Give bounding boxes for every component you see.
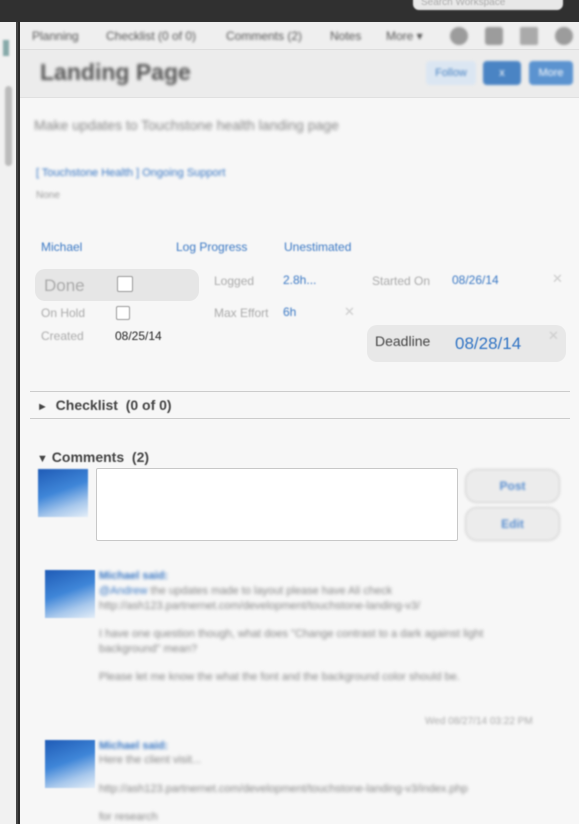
collapse-arrow-icon: ▼ [37,453,48,465]
comment-link[interactable]: http://ash123.partnernet.com/development… [99,600,420,612]
checklist-count: (0 of 0) [125,397,172,413]
divider [30,418,570,419]
checklist-title: Checklist [55,397,118,413]
max-effort-label: Max Effort [214,306,269,320]
task-description[interactable]: Make updates to Touchstone health landin… [34,117,339,133]
edit-button[interactable]: Edit [465,507,560,541]
comment-text: background" mean? [99,643,198,655]
created-value: 08/25/14 [115,329,162,343]
tab-more[interactable]: More ▾ [386,29,423,43]
sidebar-scrollbar[interactable] [5,86,12,166]
avatar [45,570,95,618]
clear-started-icon[interactable]: ✕ [552,271,563,287]
done-label: Done [44,276,85,295]
print-icon[interactable] [485,27,503,45]
left-sidebar [0,22,18,824]
comment-link[interactable]: http://ash123.partnernet.com/development… [99,783,468,795]
settings-icon[interactable] [555,27,573,45]
on-hold-label: On Hold [41,306,86,320]
done-toggle[interactable]: Done [35,269,199,301]
comment-text: @Andrew the updates made to layout pleas… [99,585,392,597]
deadline-label: Deadline [375,333,431,349]
sidebar-marker [3,40,9,56]
logged-value[interactable]: 2.8h... [283,273,316,287]
task-header: Landing Page Follow x More [20,50,579,98]
assignee-link[interactable]: Michael [41,240,82,254]
on-hold-checkbox[interactable] [116,306,130,320]
comments-title: Comments [51,449,125,465]
created-label: Created [41,329,84,343]
clear-deadline-icon[interactable]: ✕ [548,328,559,344]
project-link[interactable]: [ Touchstone Health ] Ongoing Support [36,167,225,179]
avatar [38,469,88,517]
comment-author[interactable]: Michael said: [99,740,168,752]
checklist-section-toggle[interactable]: ► Checklist (0 of 0) [37,397,172,413]
tab-comments[interactable]: Comments (2) [226,29,302,43]
avatar [45,740,95,788]
deadline-value[interactable]: 08/28/14 [455,334,521,354]
log-progress-link[interactable]: Log Progress [176,240,247,254]
estimate-link[interactable]: Unestimated [284,240,351,254]
max-effort-value[interactable]: 6h [283,305,296,319]
comment-text: for research [99,811,158,823]
comment-text: Here the client visit... [99,754,202,766]
tab-notes[interactable]: Notes [330,29,361,43]
comment-timestamp: Wed 08/27/14 03:22 PM [425,716,533,727]
comment-author[interactable]: Michael said: [99,570,168,582]
task-panel: Planning Checklist (0 of 0) Comments (2)… [20,22,579,824]
workspace-search-input[interactable]: Search Workspace [413,0,563,10]
logged-label: Logged [214,274,255,288]
divider [30,391,570,392]
more-button[interactable]: More [529,61,573,85]
comments-count: (2) [131,449,150,465]
comment-mention[interactable]: @Andrew [99,585,147,597]
comment-input[interactable] [96,468,458,541]
follow-button[interactable]: Follow [426,61,476,85]
page-title: Landing Page [40,59,191,85]
comment-text: I have one question though, what does "C… [99,628,484,640]
close-button[interactable]: x [483,61,521,85]
started-on-value[interactable]: 08/26/14 [452,273,499,287]
tab-planning[interactable]: Planning [32,29,79,43]
post-button[interactable]: Post [465,469,560,503]
done-checkbox[interactable] [117,276,133,292]
expand-arrow-icon: ► [37,401,48,413]
started-on-label: Started On [372,274,431,288]
comment-text: Please let me know the what the font and… [99,671,460,683]
project-sub-text: None [36,190,60,201]
clear-max-effort-icon[interactable]: ✕ [344,304,355,320]
deadline-field[interactable]: Deadline 08/28/14 [367,325,566,362]
task-tab-bar: Planning Checklist (0 of 0) Comments (2)… [20,22,579,50]
comments-section-toggle[interactable]: ▼ Comments (2) [37,449,149,465]
expand-icon[interactable] [520,27,538,45]
tab-checklist[interactable]: Checklist (0 of 0) [106,29,196,43]
gear-icon[interactable] [450,27,468,45]
window-top-bar: Search Workspace [0,0,579,22]
comment-text-span: the updates made to layout please have A… [147,585,393,597]
